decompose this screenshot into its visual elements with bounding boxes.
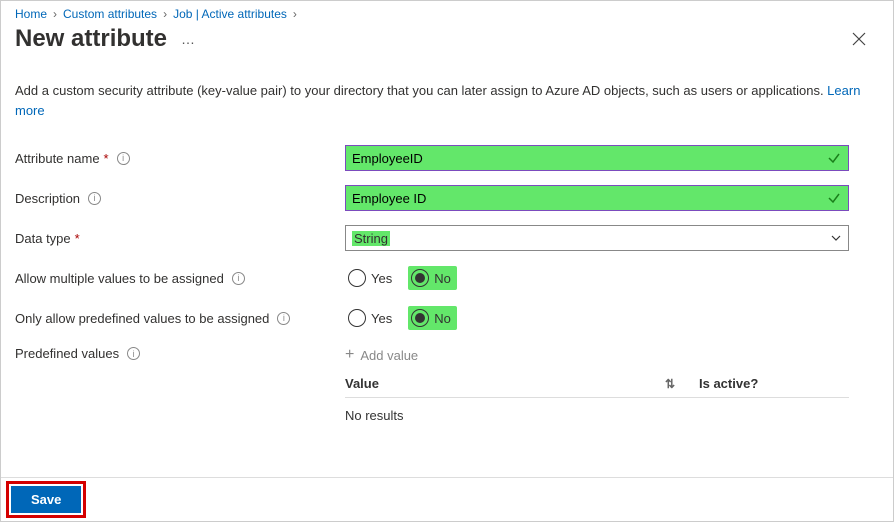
- column-value[interactable]: Value: [345, 376, 379, 391]
- breadcrumb-home[interactable]: Home: [15, 7, 47, 21]
- allow-multiple-no[interactable]: No: [408, 266, 457, 290]
- info-icon[interactable]: i: [127, 347, 140, 360]
- page-title: New attribute: [15, 25, 167, 53]
- required-icon: *: [75, 231, 80, 246]
- only-predefined-no[interactable]: No: [408, 306, 457, 330]
- data-type-label: Data type: [15, 231, 71, 246]
- predefined-table-header: Value ⇅ Is active?: [345, 370, 849, 398]
- check-icon: [827, 151, 841, 165]
- attribute-name-input[interactable]: [345, 145, 849, 171]
- allow-multiple-label: Allow multiple values to be assigned: [15, 271, 224, 286]
- save-button[interactable]: Save: [11, 486, 81, 513]
- only-predefined-yes[interactable]: Yes: [345, 306, 398, 330]
- description-label: Description: [15, 191, 80, 206]
- radio-icon: [411, 269, 429, 287]
- chevron-right-icon: ›: [163, 7, 167, 21]
- radio-icon: [348, 309, 366, 327]
- check-icon: [827, 191, 841, 205]
- radio-icon: [411, 309, 429, 327]
- info-icon[interactable]: i: [232, 272, 245, 285]
- data-type-select[interactable]: String: [345, 225, 849, 251]
- page-header: New attribute …: [1, 23, 893, 63]
- footer: Save: [1, 477, 893, 521]
- info-icon[interactable]: i: [117, 152, 130, 165]
- chevron-down-icon: [830, 232, 842, 244]
- breadcrumb-job[interactable]: Job | Active attributes: [173, 7, 287, 21]
- only-predefined-label: Only allow predefined values to be assig…: [15, 311, 269, 326]
- sort-icon[interactable]: ⇅: [665, 377, 675, 391]
- allow-multiple-yes[interactable]: Yes: [345, 266, 398, 290]
- info-icon[interactable]: i: [88, 192, 101, 205]
- column-is-active[interactable]: Is active?: [699, 376, 849, 391]
- attribute-name-label: Attribute name: [15, 151, 100, 166]
- chevron-right-icon: ›: [293, 7, 297, 21]
- no-results-text: No results: [345, 398, 849, 433]
- description-input[interactable]: [345, 185, 849, 211]
- predefined-values-label: Predefined values: [15, 346, 119, 361]
- breadcrumb: Home › Custom attributes › Job | Active …: [1, 1, 893, 23]
- more-actions-icon[interactable]: …: [181, 31, 196, 47]
- close-button[interactable]: [845, 25, 873, 53]
- plus-icon: +: [345, 346, 354, 364]
- add-value-button: + Add value: [345, 346, 849, 364]
- chevron-right-icon: ›: [53, 7, 57, 21]
- breadcrumb-custom-attributes[interactable]: Custom attributes: [63, 7, 157, 21]
- radio-icon: [348, 269, 366, 287]
- required-icon: *: [104, 151, 109, 166]
- intro-text: Add a custom security attribute (key-val…: [15, 81, 879, 120]
- close-icon: [852, 32, 866, 46]
- info-icon[interactable]: i: [277, 312, 290, 325]
